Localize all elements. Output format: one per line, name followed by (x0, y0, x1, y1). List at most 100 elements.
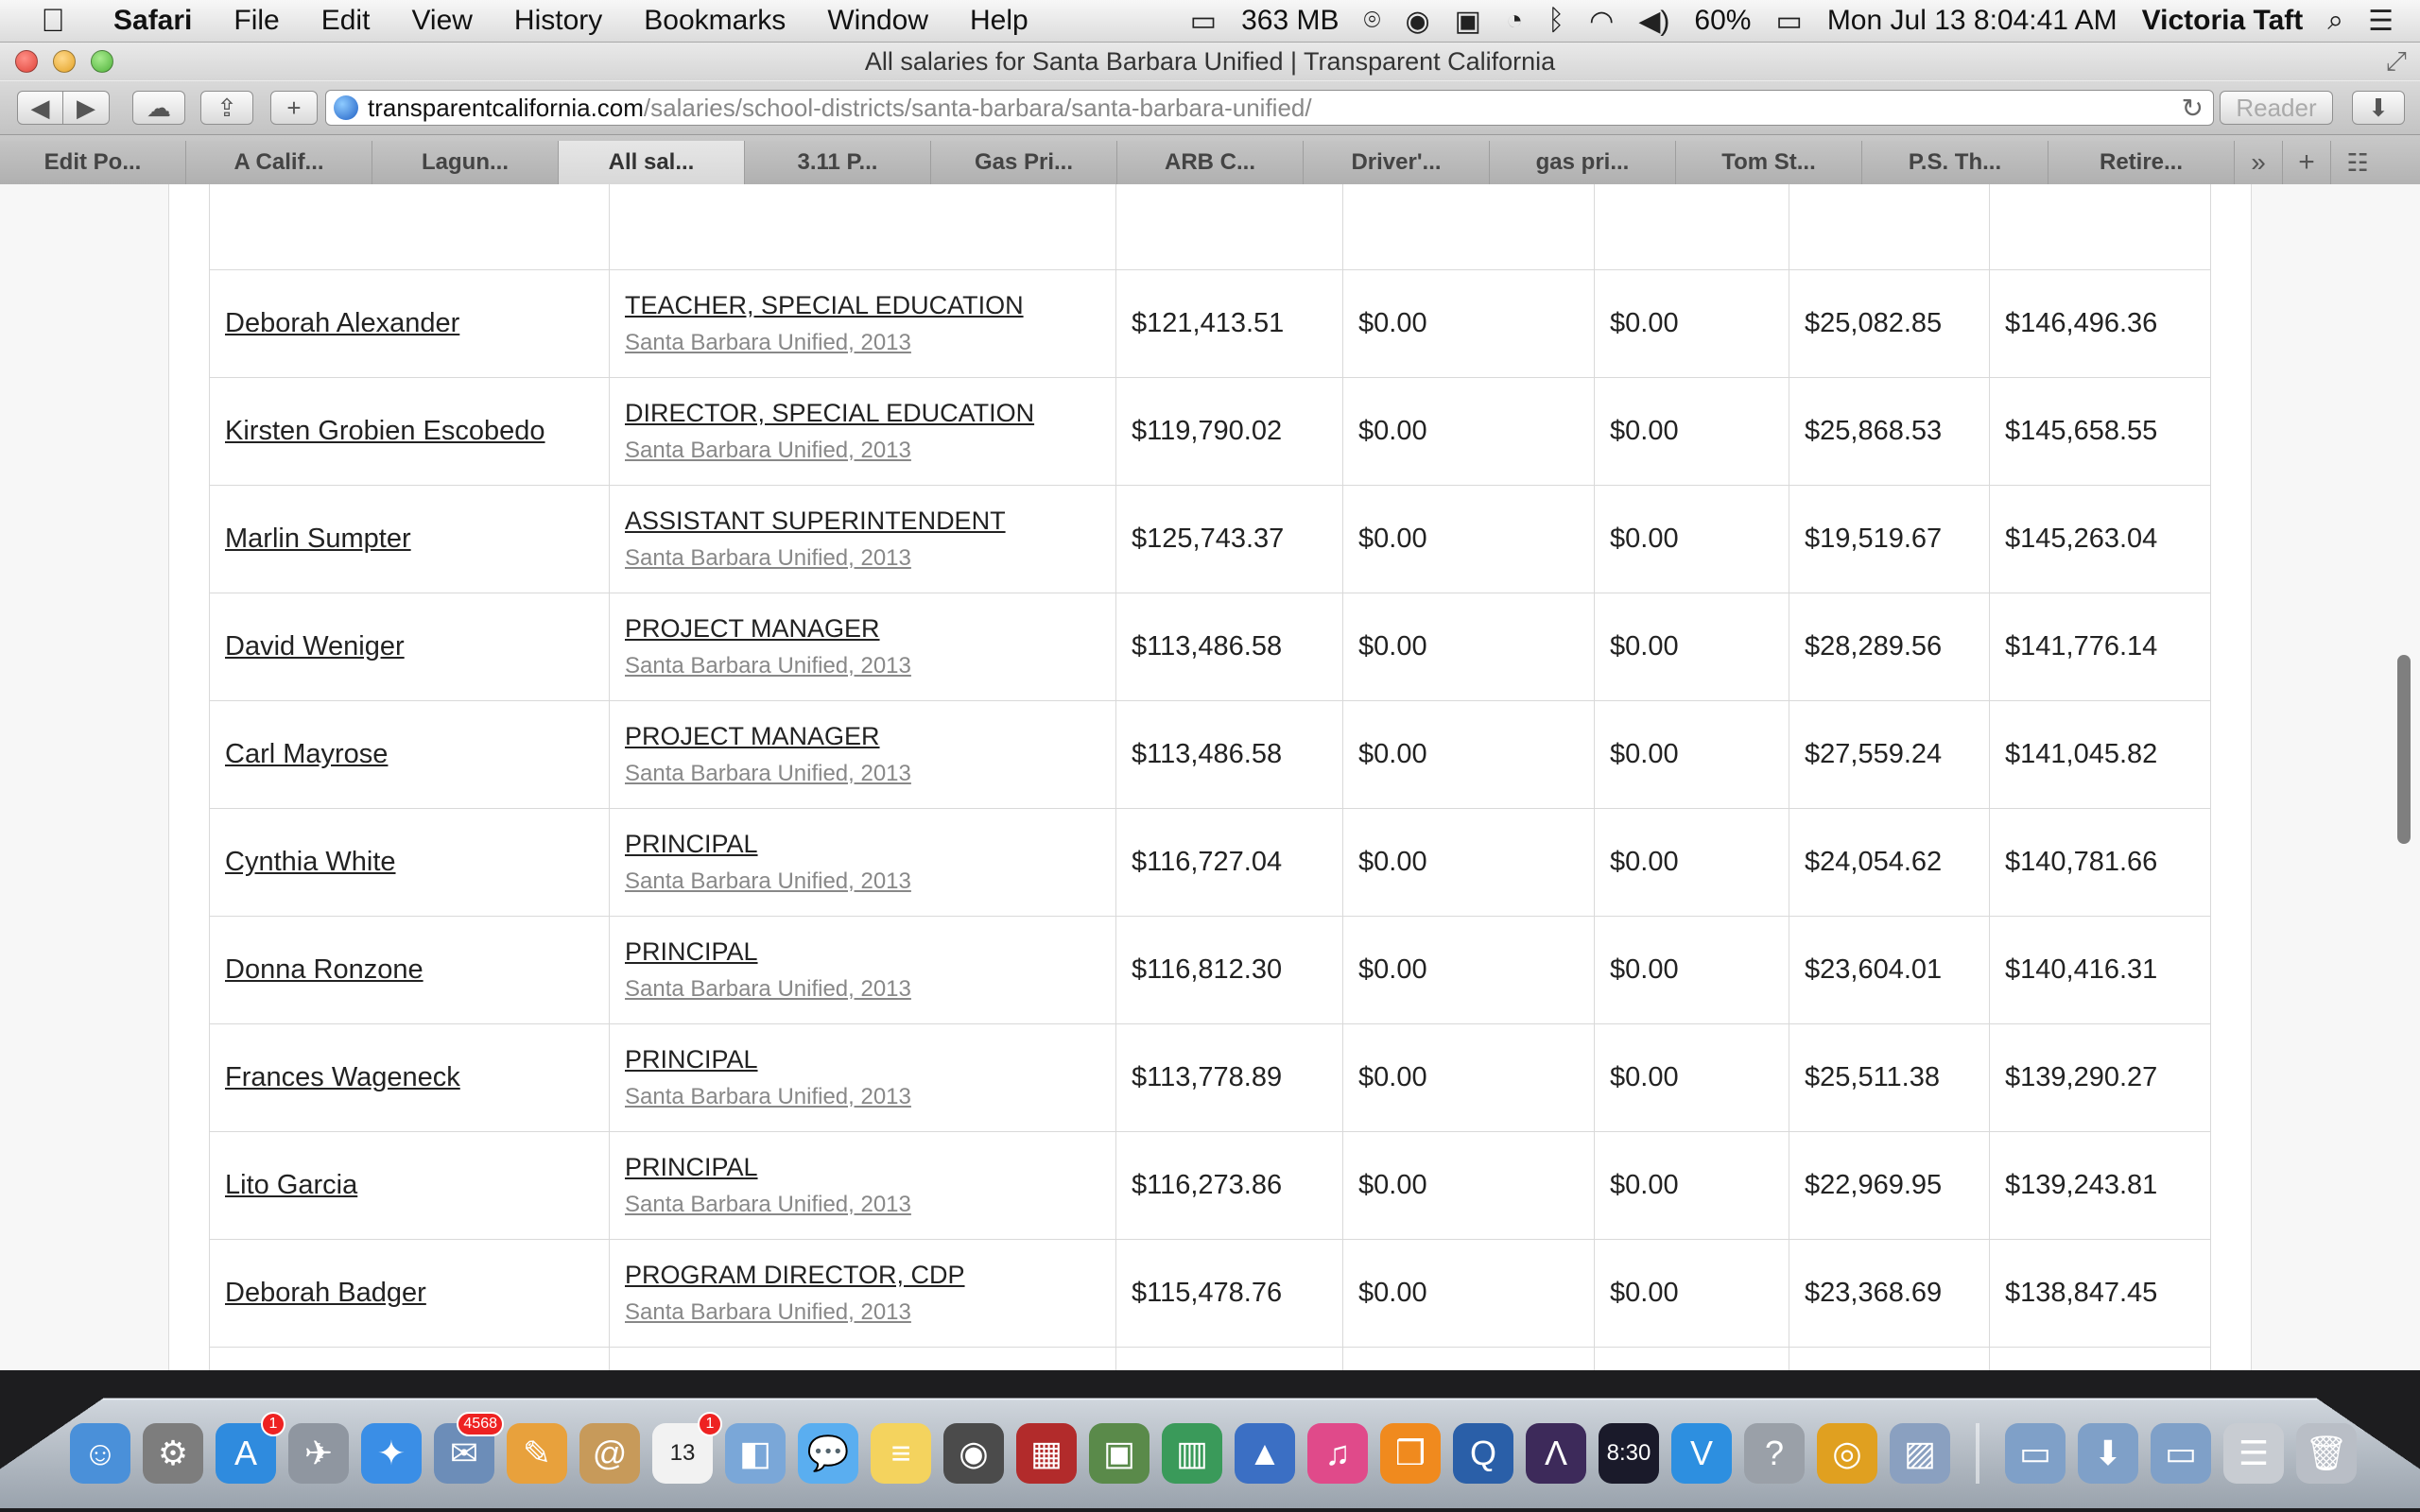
tab-ps-th[interactable]: P.S. Th... (1862, 141, 2048, 184)
pages-icon[interactable]: ✎ (507, 1423, 567, 1484)
job-title-link[interactable]: PROGRAM DIRECTOR, CDP (625, 1261, 1100, 1290)
contacts-icon[interactable]: @ (579, 1423, 640, 1484)
photo-booth-icon[interactable]: ▦ (1016, 1423, 1077, 1484)
keynote-icon[interactable]: ▲ (1235, 1423, 1295, 1484)
reader-button[interactable]: Reader (2220, 91, 2333, 125)
clock[interactable]: Mon Jul 13 8:04:41 AM (1827, 5, 2118, 37)
iphoto-icon[interactable]: ▣ (1089, 1423, 1150, 1484)
apple-menu-icon[interactable]:  (34, 2, 72, 40)
messages-icon[interactable]: 💬 (798, 1423, 858, 1484)
quicktime-icon[interactable]: Q (1453, 1423, 1513, 1484)
menu-app[interactable]: Safari (100, 5, 213, 37)
ibooks-icon[interactable]: ❒ (1380, 1423, 1441, 1484)
vectorworks-icon[interactable]: V (1671, 1423, 1732, 1484)
tab-all-salaries[interactable]: All sal... (559, 141, 745, 184)
employee-name-link[interactable]: Carl Mayrose (225, 739, 388, 769)
agency-link[interactable]: Santa Barbara Unified, 2013 (625, 1192, 1100, 1218)
launchpad-icon[interactable]: ✈ (288, 1423, 349, 1484)
tab-overflow-icon[interactable]: » (2235, 141, 2282, 184)
tab-retire[interactable]: Retire... (2048, 141, 2235, 184)
tab-edit-post[interactable]: Edit Po... (0, 141, 186, 184)
zoom-window-button[interactable] (91, 50, 113, 73)
tab-laguna[interactable]: Lagun... (372, 141, 559, 184)
menu-window[interactable]: Window (806, 5, 949, 37)
tab-a-california[interactable]: A Calif... (186, 141, 372, 184)
employee-name-link[interactable]: Deborah Badger (225, 1278, 426, 1308)
time-machine-icon[interactable]: ◔ (1506, 5, 1523, 37)
tab-3-11[interactable]: 3.11 P... (745, 141, 931, 184)
wifi-icon[interactable]: ◠ (1589, 5, 1614, 38)
airplay-icon[interactable]: ⌾ (1363, 5, 1380, 37)
tab-view-icon[interactable]: ☷ (2330, 141, 2384, 184)
job-title-link[interactable]: ASSISTANT SUPERINTENDENT (625, 507, 1100, 536)
disc-icon[interactable]: ◎ (1817, 1423, 1877, 1484)
close-window-button[interactable] (15, 50, 38, 73)
forward-button[interactable]: ▶ (63, 91, 110, 125)
screen-icon[interactable]: ▣ (1455, 5, 1481, 38)
stickies-icon[interactable]: ≡ (871, 1423, 931, 1484)
menu-help[interactable]: Help (949, 5, 1049, 37)
new-tab-button[interactable]: + (270, 91, 318, 125)
job-title-link[interactable]: PRINCIPAL (625, 1045, 1100, 1074)
employee-name-link[interactable]: Donna Ronzone (225, 954, 424, 985)
agency-link[interactable]: Santa Barbara Unified, 2013 (625, 438, 1100, 464)
agency-link[interactable]: Santa Barbara Unified, 2013 (625, 330, 1100, 356)
downloads-folder-icon[interactable]: ⬇ (2078, 1423, 2138, 1484)
spotlight-icon[interactable]: ⌕ (2327, 5, 2343, 37)
job-title-link[interactable]: PRINCIPAL (625, 1153, 1100, 1182)
agency-link[interactable]: Santa Barbara Unified, 2013 (625, 1084, 1100, 1110)
reload-icon[interactable]: ↻ (2182, 93, 2204, 124)
agency-link[interactable]: Santa Barbara Unified, 2013 (625, 653, 1100, 679)
employee-name-link[interactable]: Frances Wageneck (225, 1062, 460, 1092)
web-content[interactable]: Deborah Alexander TEACHER, SPECIAL EDUCAT… (0, 184, 2420, 1370)
trash-icon[interactable]: 🗑 (2296, 1423, 2357, 1484)
user-name[interactable]: Victoria Taft (2142, 5, 2304, 37)
finder-icon[interactable]: ☺ (70, 1423, 130, 1484)
menu-file[interactable]: File (213, 5, 300, 37)
job-title-link[interactable]: PROJECT MANAGER (625, 722, 1100, 751)
share-button[interactable]: ⇪ (200, 91, 253, 125)
photos-icon[interactable]: ▨ (1890, 1423, 1950, 1484)
menu-view[interactable]: View (390, 5, 493, 37)
volume-icon[interactable]: ◀) (1638, 5, 1669, 38)
preview-icon[interactable]: ◧ (725, 1423, 786, 1484)
back-button[interactable]: ◀ (17, 91, 63, 125)
employee-name-link[interactable]: Marlin Sumpter (225, 524, 411, 554)
pro-tools-icon[interactable]: Λ (1526, 1423, 1586, 1484)
applications-folder-icon[interactable]: ▭ (2005, 1423, 2066, 1484)
job-title-link[interactable]: PRINCIPAL (625, 830, 1100, 859)
numbers-icon[interactable]: ▥ (1162, 1423, 1222, 1484)
app-store-icon[interactable]: A1 (216, 1412, 285, 1484)
agency-link[interactable]: Santa Barbara Unified, 2013 (625, 868, 1100, 895)
help-icon[interactable]: ? (1744, 1423, 1805, 1484)
system-preferences-icon[interactable]: ⚙ (143, 1423, 203, 1484)
record-icon[interactable]: ◉ (1405, 5, 1429, 38)
job-title-link[interactable]: PRINCIPAL (625, 937, 1100, 967)
memory-icon[interactable]: ▭ (1190, 5, 1217, 38)
job-title-link[interactable]: TEACHER, SPECIAL EDUCATION (625, 291, 1100, 320)
clock-widget-icon[interactable]: 8:30 (1599, 1423, 1659, 1484)
agency-link[interactable]: Santa Barbara Unified, 2013 (625, 976, 1100, 1003)
minimize-window-button[interactable] (53, 50, 76, 73)
mail-icon[interactable]: ✉ 4568 (434, 1412, 504, 1484)
notification-center-icon[interactable]: ☰ (2368, 5, 2394, 38)
menu-edit[interactable]: Edit (301, 5, 391, 37)
employee-name-link[interactable]: Kirsten Grobien Escobedo (225, 416, 545, 446)
tab-tom-st[interactable]: Tom St... (1676, 141, 1862, 184)
itunes-icon[interactable]: ♫ (1307, 1423, 1368, 1484)
address-bar[interactable]: transparentcalifornia.com /salaries/scho… (325, 90, 2214, 126)
employee-name-link[interactable]: David Weniger (225, 631, 405, 662)
bluetooth-icon[interactable]: ᛒ (1547, 5, 1564, 37)
employee-name-link[interactable]: Lito Garcia (225, 1170, 357, 1200)
stack-icon[interactable]: ☰ (2223, 1423, 2284, 1484)
calendar-icon[interactable]: 13 1 (652, 1412, 722, 1484)
battery-icon[interactable]: ▭ (1775, 5, 1802, 38)
menu-bookmarks[interactable]: Bookmarks (623, 5, 806, 37)
safari-icon[interactable]: ✦ (361, 1423, 422, 1484)
agency-link[interactable]: Santa Barbara Unified, 2013 (625, 1299, 1100, 1326)
employee-name-link[interactable]: Deborah Alexander (225, 308, 459, 338)
scrollbar-thumb[interactable] (2397, 655, 2411, 844)
menu-history[interactable]: History (493, 5, 623, 37)
agency-link[interactable]: Santa Barbara Unified, 2013 (625, 761, 1100, 787)
tab-arb[interactable]: ARB C... (1117, 141, 1304, 184)
